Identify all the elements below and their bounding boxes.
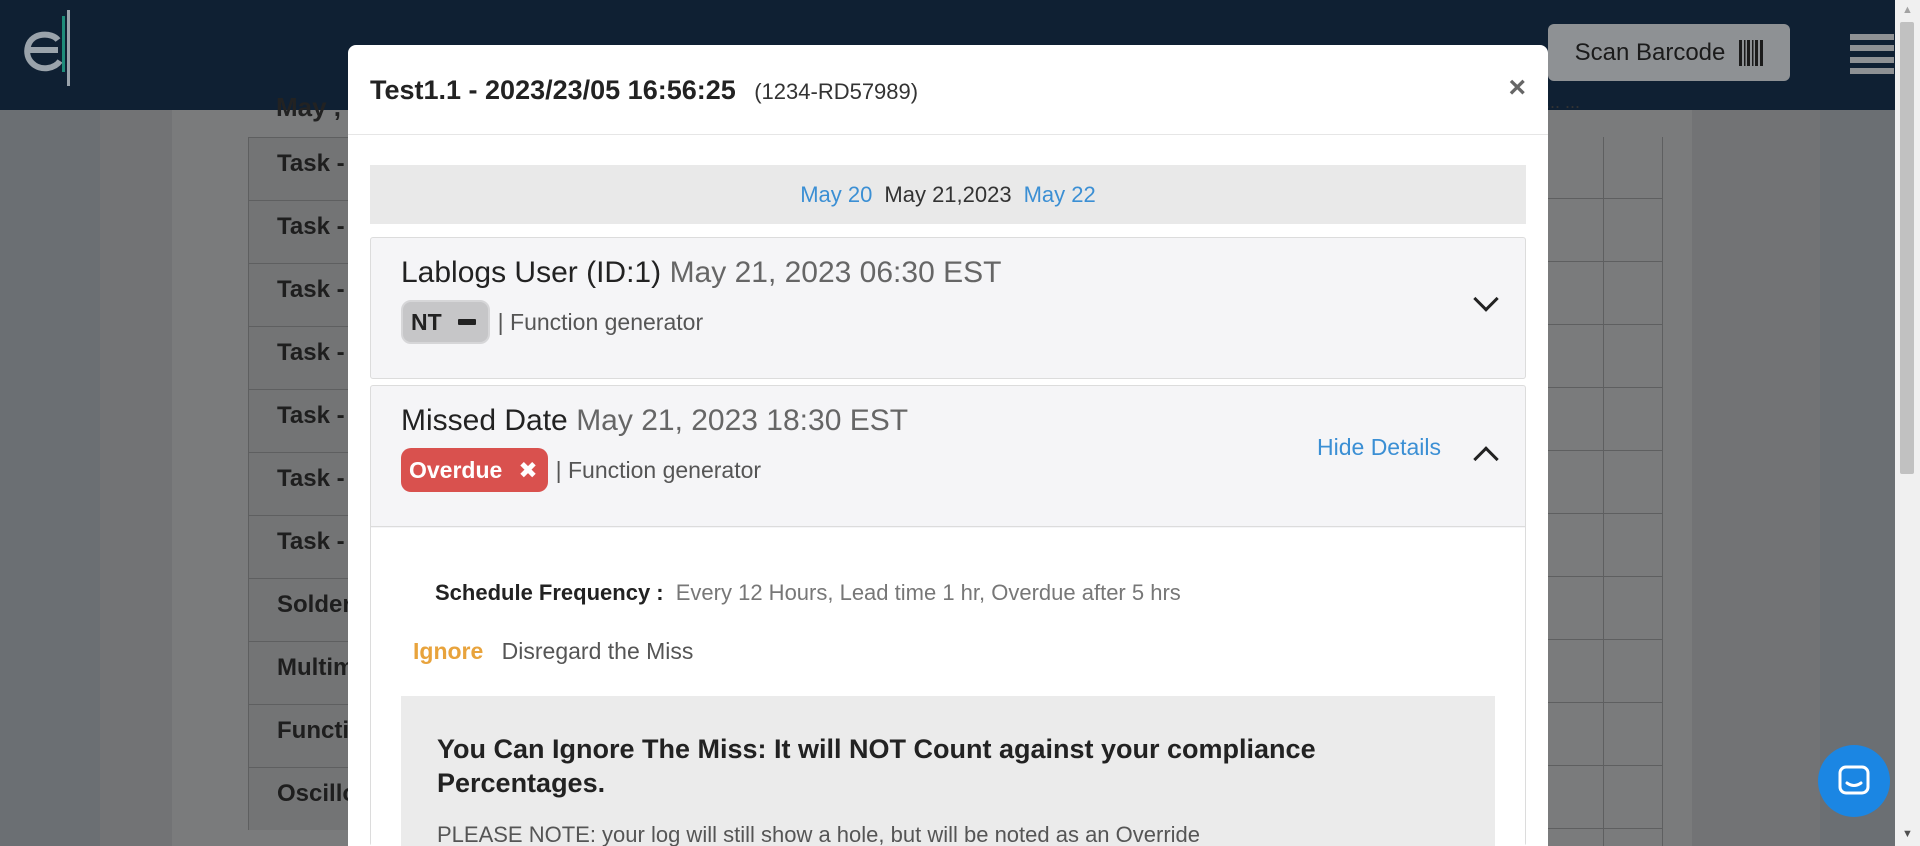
entry-timestamp: May 21, 2023 18:30 EST	[576, 404, 909, 437]
page-scrollbar[interactable]: ▲ ▼	[1895, 0, 1920, 846]
modal-header: Test1.1 - 2023/23/05 16:56:25 (1234-RD57…	[348, 45, 1548, 135]
background-month-heading: May ,	[276, 92, 342, 122]
entry-title: Missed Date	[401, 404, 568, 437]
scan-barcode-button[interactable]: Scan Barcode	[1548, 24, 1790, 81]
schedule-frequency-label: Schedule Frequency :	[435, 580, 664, 605]
hamburger-icon[interactable]	[1850, 34, 1894, 74]
badge-label: NT	[411, 308, 442, 335]
logo-icon[interactable]	[18, 10, 82, 96]
status-badge: Overdue ✖	[401, 448, 548, 492]
ignore-option: Ignore Disregard the Miss	[413, 638, 693, 665]
schedule-frequency-value: Every 12 Hours, Lead time 1 hr, Overdue …	[675, 580, 1181, 605]
ignore-info-note: PLEASE NOTE: your log will still show a …	[437, 822, 1201, 846]
current-date: May 21,2023	[884, 181, 1012, 207]
ignore-button[interactable]: Ignore	[413, 638, 483, 664]
entry-equipment: | Function generator	[555, 456, 762, 483]
log-entry[interactable]: Lablogs User (ID:1) May 21, 2023 06:30 E…	[370, 237, 1526, 379]
background-calendar-grid	[1546, 137, 1663, 846]
entry-details-panel: Schedule Frequency : Every 12 Hours, Lea…	[371, 528, 1525, 846]
entry-title: Lablogs User (ID:1)	[401, 256, 662, 289]
prev-date-link[interactable]: May 20	[800, 182, 872, 208]
hide-details-link[interactable]: Hide Details	[1317, 434, 1441, 461]
minus-icon	[457, 319, 476, 325]
modal-subtitle: (1234-RD57989)	[754, 79, 919, 104]
log-entry-header[interactable]: Missed Date May 21, 2023 18:30 EST Overd…	[371, 386, 1525, 527]
ignore-info-title: You Can Ignore The Miss: It will NOT Cou…	[437, 734, 1316, 798]
chat-glyph-icon	[1838, 765, 1870, 795]
entry-equipment: | Function generator	[497, 308, 704, 335]
barcode-icon	[1739, 39, 1764, 66]
ignore-description: Disregard the Miss	[501, 638, 694, 664]
background-day-headers: ... ...	[1545, 92, 1581, 112]
schedule-frequency: Schedule Frequency : Every 12 Hours, Lea…	[435, 580, 1181, 606]
x-icon: ✖	[518, 456, 538, 483]
entry-timestamp: May 21, 2023 06:30 EST	[669, 256, 1002, 289]
badge-label: Overdue	[409, 456, 503, 483]
chat-icon[interactable]	[1818, 745, 1890, 817]
ignore-info-box: You Can Ignore The Miss: It will NOT Cou…	[401, 696, 1495, 846]
scroll-up-arrow[interactable]: ▲	[1895, 4, 1920, 18]
log-details-modal: Test1.1 - 2023/23/05 16:56:25 (1234-RD57…	[348, 45, 1548, 846]
modal-title: Test1.1 - 2023/23/05 16:56:25	[370, 75, 736, 105]
close-icon[interactable]: ×	[1508, 73, 1526, 103]
log-entry[interactable]: Missed Date May 21, 2023 18:30 EST Overd…	[370, 385, 1526, 846]
status-badge: NT	[401, 300, 490, 344]
scroll-thumb[interactable]	[1900, 22, 1914, 474]
date-navigation: May 20 May 21,2023 May 22	[370, 165, 1526, 224]
next-date-link[interactable]: May 22	[1024, 182, 1096, 208]
log-entry-header[interactable]: Lablogs User (ID:1) May 21, 2023 06:30 E…	[371, 238, 1525, 378]
scroll-down-arrow[interactable]: ▼	[1895, 828, 1920, 842]
scan-barcode-label: Scan Barcode	[1574, 38, 1726, 66]
